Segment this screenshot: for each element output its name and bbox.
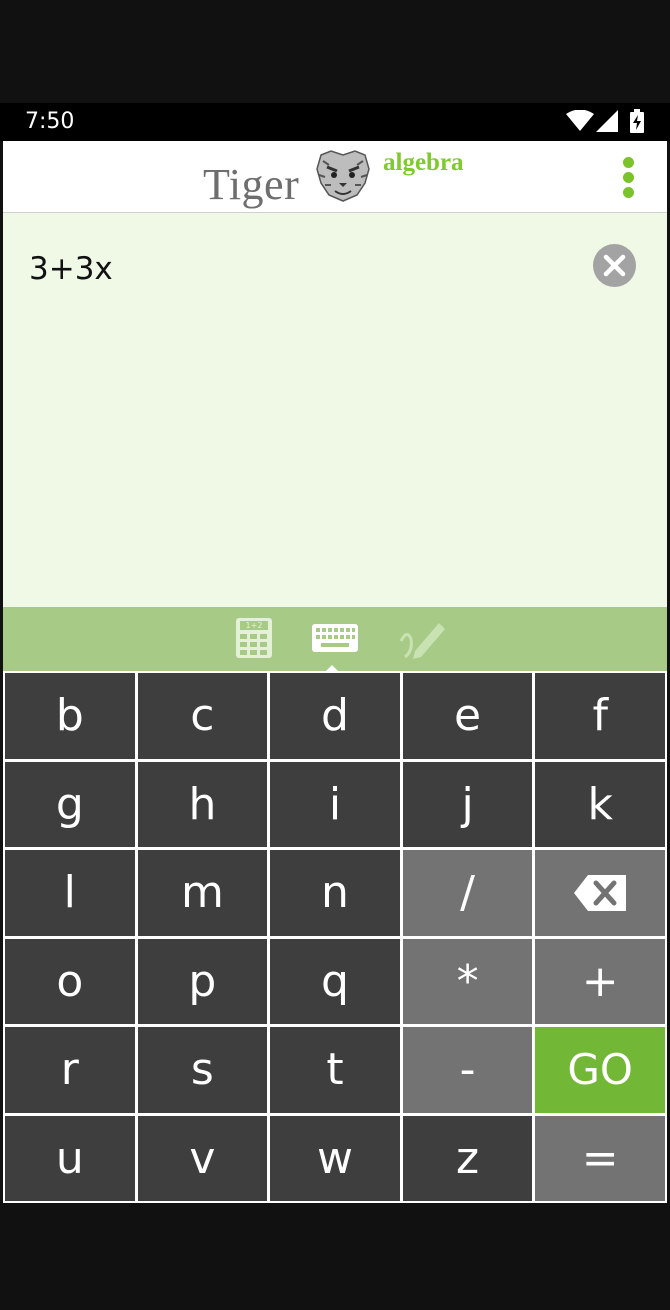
key-i[interactable]: i <box>270 761 400 847</box>
key-g[interactable]: g <box>5 761 135 847</box>
keyboard-icon <box>312 624 358 652</box>
key-u[interactable]: u <box>5 1115 135 1201</box>
key-b[interactable]: b <box>5 673 135 759</box>
overflow-menu-button[interactable] <box>617 153 641 201</box>
key-m[interactable]: m <box>137 850 268 936</box>
app-logo: Tiger algebra <box>201 149 476 209</box>
key-w[interactable]: w <box>270 1115 400 1201</box>
key-e[interactable]: e <box>402 673 533 759</box>
key-l[interactable]: l <box>5 850 135 936</box>
key-v[interactable]: v <box>137 1115 268 1201</box>
clear-circle-icon <box>603 254 626 277</box>
backspace-icon <box>574 874 627 911</box>
key-k[interactable]: k <box>535 761 665 847</box>
wifi-icon <box>566 110 594 131</box>
key-minus[interactable]: - <box>402 1027 533 1113</box>
clear-button[interactable] <box>593 244 636 287</box>
expression-input-area[interactable]: 3+3x <box>3 213 667 607</box>
status-icons <box>566 109 646 134</box>
key-o[interactable]: o <box>5 938 135 1024</box>
key-t[interactable]: t <box>270 1027 400 1113</box>
key-d[interactable]: d <box>270 673 400 759</box>
keypad: b c d e f g h i j k l m n / o p q * + r … <box>3 671 667 1203</box>
logo-accent: algebra <box>383 149 464 176</box>
pen-icon <box>399 623 445 659</box>
top-bezel <box>0 0 670 103</box>
key-divide[interactable]: / <box>402 850 533 936</box>
key-s[interactable]: s <box>137 1027 268 1113</box>
key-r[interactable]: r <box>5 1027 135 1113</box>
key-f[interactable]: f <box>535 673 665 759</box>
app-header: Tiger algebra <box>3 141 667 213</box>
menu-dot <box>623 172 634 183</box>
more-vert-icon <box>623 157 634 168</box>
key-h[interactable]: h <box>137 761 268 847</box>
calculator-icon: 1+2 <box>236 618 272 658</box>
battery-charging-icon <box>630 109 644 133</box>
status-bar: 7:50 <box>0 103 670 141</box>
key-q[interactable]: q <box>270 938 400 1024</box>
handwriting-mode[interactable] <box>397 617 449 666</box>
go-button[interactable]: GO <box>535 1027 665 1113</box>
bottom-bezel <box>0 1205 670 1310</box>
input-mode-bar: 1+2 <box>3 607 667 672</box>
key-j[interactable]: j <box>402 761 533 847</box>
key-c[interactable]: c <box>137 673 268 759</box>
key-equals[interactable]: = <box>535 1115 665 1201</box>
key-z[interactable]: z <box>402 1115 533 1201</box>
key-n[interactable]: n <box>270 850 400 936</box>
expression-text[interactable]: 3+3x <box>29 251 113 287</box>
key-p[interactable]: p <box>137 938 268 1024</box>
backspace-key[interactable] <box>535 850 665 936</box>
menu-dot <box>623 187 634 198</box>
key-multiply[interactable]: * <box>402 938 533 1024</box>
keyboard-mode[interactable] <box>311 623 359 658</box>
calculator-label: 1+2 <box>246 621 263 630</box>
tiger-head-icon <box>316 150 370 202</box>
cellular-signal-icon <box>596 110 618 132</box>
logo-word: Tiger <box>203 160 300 209</box>
calculator-keypad-mode[interactable]: 1+2 <box>235 617 273 664</box>
key-plus[interactable]: + <box>535 938 665 1024</box>
status-time: 7:50 <box>25 109 75 134</box>
